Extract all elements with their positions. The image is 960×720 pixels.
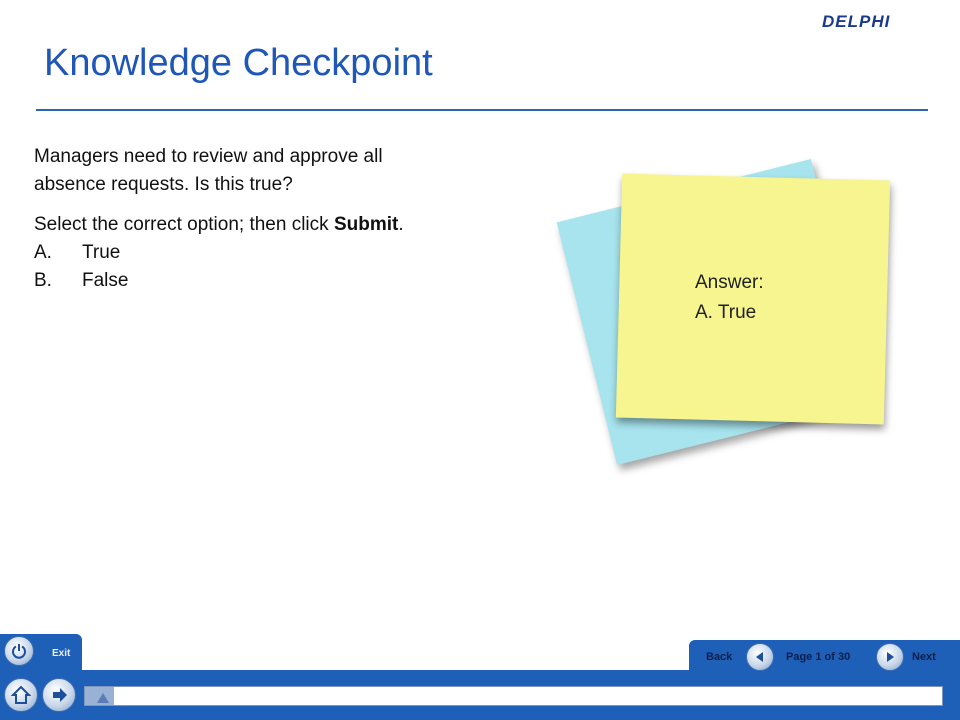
page-title: Knowledge Checkpoint [44,42,433,84]
back-label[interactable]: Back [706,651,732,663]
progress-marker-icon[interactable] [97,687,109,705]
arrow-right-icon [53,688,67,702]
answer-note-text: Answer: A. True [695,268,764,328]
option-text: False [82,270,129,291]
option-text: True [82,242,121,263]
page-indicator: Page 1 of 30 [786,651,851,663]
title-divider [36,109,928,111]
option-a[interactable]: A. True [34,239,544,267]
resume-button[interactable] [42,678,76,712]
arrow-right-icon [887,652,894,662]
next-button[interactable] [876,643,904,671]
arrow-left-icon [756,652,763,662]
instruction-suffix: . [398,214,404,235]
home-icon [11,685,31,704]
home-button[interactable] [4,678,38,712]
question-block: Managers need to review and approve all … [34,143,544,295]
option-letter: A. [34,242,52,263]
question-line-2: absence requests. Is this true? [34,174,293,195]
instruction-text: Select the correct option; then click Su… [34,211,544,239]
option-letter: B. [34,270,52,291]
answer-label: Answer: [695,272,764,293]
instruction-submit: Submit [333,214,399,235]
power-icon [12,644,26,659]
delphi-logo: DELPHI [822,12,891,31]
next-label[interactable]: Next [912,651,936,663]
instruction-prefix: Select the correct option; then click [34,214,334,235]
question-line-1: Managers need to review and approve all [34,146,383,167]
progress-bar[interactable] [84,686,943,706]
exit-label[interactable]: Exit [52,648,70,659]
exit-button[interactable] [4,636,34,666]
answer-value: A. True [695,302,757,323]
back-button[interactable] [746,643,774,671]
option-b[interactable]: B. False [34,267,544,295]
